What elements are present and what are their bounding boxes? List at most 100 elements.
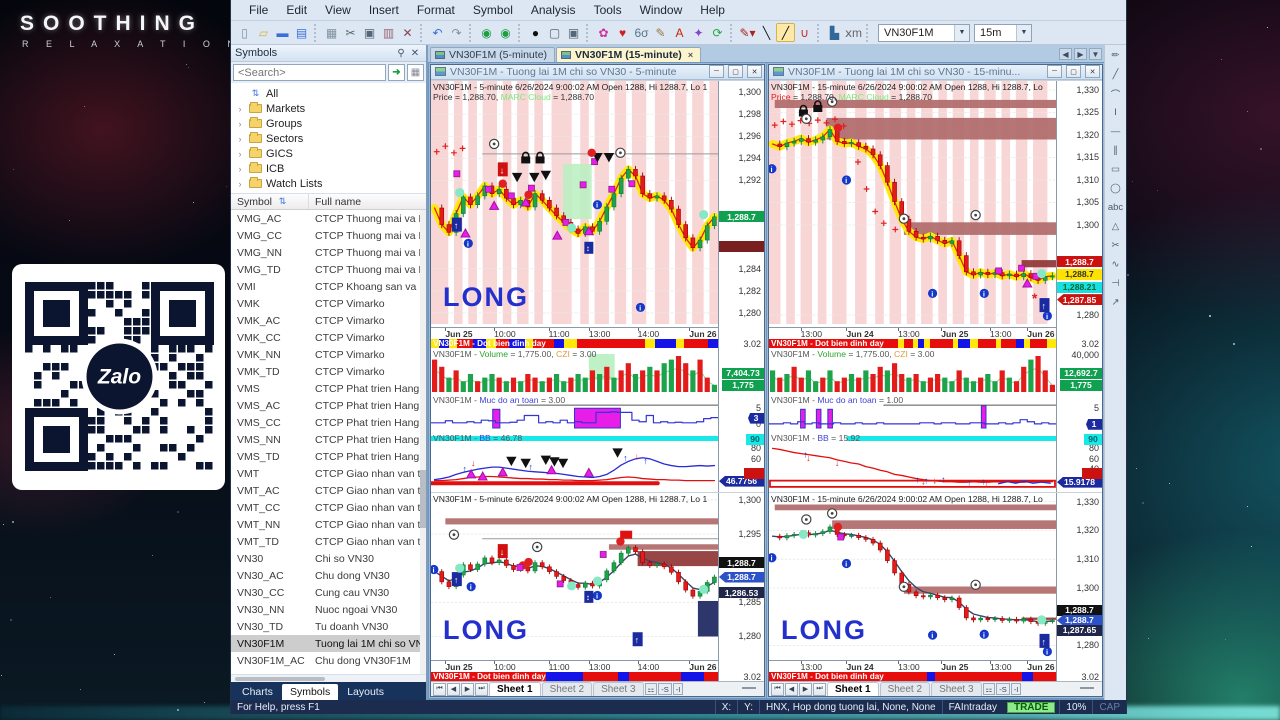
sheet-mini-button[interactable]: ⚏ [982,683,996,695]
sheet-nav-button[interactable]: ⏭ [475,682,488,696]
menu-analysis[interactable]: Analysis [523,1,584,19]
tab-nav-button[interactable]: ◀ [1059,48,1072,60]
dock-tab-charts[interactable]: Charts [234,684,281,700]
table-row[interactable]: VMT_TD CTCP Giao nhan van ta [231,533,426,550]
draw-tool-1[interactable]: ╱ [1108,67,1124,82]
tree-item-watch-lists[interactable]: › Watch Lists [235,176,426,191]
thin-line-icon[interactable]: ╱ [776,23,795,42]
search-go-button[interactable]: ➜ [388,64,405,81]
tree-item-icb[interactable]: › ICB [235,161,426,176]
chart-tab-0[interactable]: VN30F1M (5-minute) [430,47,556,62]
table-row[interactable]: VMK_TD CTCP Vimarko [231,363,426,380]
copy-icon[interactable]: ▣ [360,23,379,42]
sheet-tab[interactable]: Sheet 3 [931,682,982,696]
menu-file[interactable]: File [241,1,276,19]
open-icon[interactable]: ▱ [254,23,273,42]
menu-tools[interactable]: Tools [586,1,630,19]
window-copy-icon[interactable]: ▣ [564,23,583,42]
pin-icon[interactable]: ⚲ [394,48,408,59]
maximize-button[interactable]: ▢ [728,65,743,79]
chart-plot[interactable]: i i i i i ↑ VN30F1M - 15-minute 6/26/2024 9:00… [769,492,1056,661]
chart-plot[interactable]: i i i ↑ ↓ ↕ VN30F1M - 5-minute 6/26/2024 9:00:… [431,80,718,328]
table-row[interactable]: VN30_AC Chu dong VN30 [231,567,426,584]
menu-view[interactable]: View [317,1,359,19]
table-row[interactable]: VMK_NN CTCP Vimarko [231,346,426,363]
sheet-mini-button[interactable]: -I [1010,683,1022,695]
tab-nav-button[interactable]: ▶ [1074,48,1087,60]
table-row[interactable]: VN30F1M Tuong lai 1M chi so VN [231,635,426,652]
sheet-nav-button[interactable]: ⏮ [771,682,784,696]
table-row[interactable]: VMG_NN CTCP Thuong mai va D [231,244,426,261]
sixty-icon[interactable]: 6σ [632,23,651,42]
menu-help[interactable]: Help [692,1,733,19]
menu-format[interactable]: Format [409,1,463,19]
sheet-tab[interactable]: Sheet 1 [489,682,541,696]
tree-item-sectors[interactable]: › Sectors [235,131,426,146]
table-horizontal-scrollbar[interactable] [231,674,426,682]
table-row[interactable]: VN30_NN Nuoc ngoai VN30 [231,601,426,618]
tree-item-groups[interactable]: › Groups [235,116,426,131]
draw-tool-13[interactable]: ↗ [1108,295,1124,310]
save-all-icon[interactable]: ▤ [292,23,311,42]
sheet-mini-button[interactable]: -S [658,683,672,695]
table-row[interactable]: VN30_CC Cung cau VN30 [231,584,426,601]
chart-tab-1[interactable]: VN30F1M (15-minute) × [556,47,702,62]
info-icon[interactable]: ● [526,23,545,42]
sheet-tab[interactable]: Sheet 2 [879,682,931,696]
table-vertical-scrollbar[interactable] [420,210,426,674]
minimize-button[interactable]: ─ [1047,65,1062,79]
table-row[interactable]: VMK CTCP Vimarko [231,295,426,312]
table-row[interactable]: VMS_NN CTCP Phat trien Hang H [231,431,426,448]
wand-icon[interactable]: ✦ [689,23,708,42]
chart-plot[interactable]: ↑ ↓ i i i ↕ ↑ VN30F1M - 5-minute 6/26/2024 9:00… [431,492,718,661]
table-row[interactable]: VMS_TD CTCP Phat trien Hang H [231,448,426,465]
table-row[interactable]: VMK_CC CTCP Vimarko [231,329,426,346]
menu-insert[interactable]: Insert [361,1,407,19]
undo-icon[interactable]: ↶ [428,23,447,42]
draw-tool-4[interactable]: — [1108,124,1124,139]
tab-close-icon[interactable]: × [688,50,693,60]
draw-pen-icon[interactable]: ✎▾ [738,23,757,42]
chart-window-titlebar[interactable]: VN30F1M - Tuong lai 1M chi so VN30 - 5-m… [431,65,764,80]
table-row[interactable]: VMG_TD CTCP Thuong mai va D [231,261,426,278]
sheet-mini-button[interactable]: -I [672,683,684,695]
table-row[interactable]: VN30 Chi so VN30 [231,550,426,567]
table-row[interactable]: VMS_AC CTCP Phat trien Hang H [231,397,426,414]
table-row[interactable]: VMT_AC CTCP Giao nhan van ta [231,482,426,499]
table-row[interactable]: VMK_AC CTCP Vimarko [231,312,426,329]
draw-tool-2[interactable]: ⌒ [1108,86,1124,101]
pencil2-icon[interactable]: ✎ [651,23,670,42]
sheet-tab[interactable]: Sheet 1 [827,682,879,696]
search-input[interactable] [233,64,386,81]
table-row[interactable]: VMT_CC CTCP Giao nhan van ta [231,499,426,516]
column-fullname[interactable]: Full name [309,196,426,208]
dock-tab-layouts[interactable]: Layouts [339,684,392,700]
tree-item-markets[interactable]: › Markets [235,101,426,116]
sheet-nav-button[interactable]: ◀ [785,682,798,696]
table-row[interactable]: VMG_CC CTCP Thuong mai va D [231,227,426,244]
sheet-tab[interactable]: Sheet 2 [541,682,593,696]
close-button[interactable]: ✕ [747,65,762,79]
table-row[interactable]: VMS CTCP Phat trien Hang H [231,380,426,397]
minimize-button[interactable]: ─ [709,65,724,79]
symbol-combo[interactable]: VN30F1M ▼ [878,23,970,42]
tree-item-gics[interactable]: › GICS [235,146,426,161]
table-row[interactable]: VMI CTCP Khoang san va D. [231,278,426,295]
table-row[interactable]: VMG_AC CTCP Thuong mai va D [231,210,426,227]
tab-nav-button[interactable]: ▼ [1089,48,1102,60]
chart-window-titlebar[interactable]: VN30F1M - Tuong lai 1M chi so VN30 - 15-… [769,65,1102,80]
draw-tool-9[interactable]: △ [1108,219,1124,234]
cut-icon[interactable]: ✂ [341,23,360,42]
sheet-nav-button[interactable]: ⏮ [433,682,446,696]
print-icon[interactable]: ▦ [322,23,341,42]
window-new-icon[interactable]: ▢ [545,23,564,42]
thick-line-icon[interactable]: ╲ [757,23,776,42]
chart-icon[interactable]: ▙ [825,23,844,42]
new-icon[interactable]: ▯ [235,23,254,42]
sheet-mini-button[interactable]: -S [996,683,1010,695]
xml-icon[interactable]: ⅹm [844,23,863,42]
delete-icon[interactable]: ✕ [398,23,417,42]
draw-tool-12[interactable]: ⊣ [1108,276,1124,291]
back-icon[interactable]: ◉ [477,23,496,42]
save-icon[interactable]: ▬ [273,23,292,42]
